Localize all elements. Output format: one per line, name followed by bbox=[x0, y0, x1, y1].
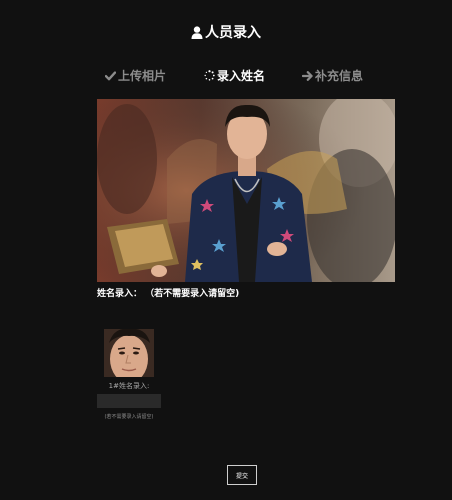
face-name-input[interactable] bbox=[97, 394, 161, 408]
step-label: 补充信息 bbox=[315, 69, 364, 83]
page-title-text: 人员录入 bbox=[205, 25, 261, 41]
step-enter-name[interactable]: 录入姓名 bbox=[204, 67, 265, 84]
arrow-right-icon bbox=[301, 70, 313, 84]
face-name-label: 1#姓名录入: bbox=[108, 382, 150, 390]
name-entry-hint: 姓名录入： （若不需要录入请留空) bbox=[97, 289, 240, 299]
step-label: 录入姓名 bbox=[217, 69, 266, 83]
step-extra-info[interactable]: 补充信息 bbox=[301, 67, 364, 84]
spinner-icon bbox=[204, 70, 215, 84]
page-title: 人员录入 bbox=[0, 22, 452, 43]
uploaded-photo bbox=[97, 99, 395, 282]
step-indicator: 上传相片 录入姓名 补充信息 bbox=[0, 67, 452, 85]
user-icon bbox=[191, 26, 203, 43]
face-name-hint: (若不需要录入请留空) bbox=[104, 414, 154, 420]
submit-button[interactable]: 提交 bbox=[227, 465, 257, 485]
step-upload-photo[interactable]: 上传相片 bbox=[104, 67, 167, 84]
step-label: 上传相片 bbox=[118, 69, 167, 83]
face-thumbnail bbox=[104, 329, 154, 377]
check-icon bbox=[104, 70, 117, 84]
